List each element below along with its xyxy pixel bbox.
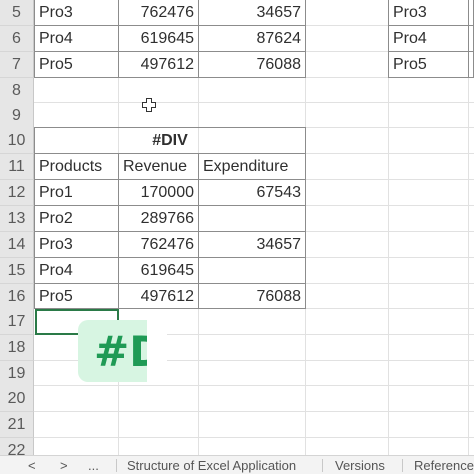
next-sheet-button[interactable]: > bbox=[60, 458, 68, 473]
cell-expenditure[interactable]: 34657 bbox=[199, 232, 305, 258]
cell-revenue[interactable]: 170000 bbox=[119, 180, 198, 206]
gridline bbox=[34, 102, 474, 103]
row-header[interactable]: 8 bbox=[0, 78, 34, 104]
prev-sheet-button[interactable]: < bbox=[28, 458, 36, 473]
tab-structure[interactable]: Structure of Excel Application bbox=[127, 458, 296, 473]
row-header[interactable]: 21 bbox=[0, 412, 34, 438]
cell-revenue[interactable]: 497612 bbox=[119, 284, 198, 310]
row-header[interactable]: 14 bbox=[0, 232, 34, 258]
row-header[interactable]: 11 bbox=[0, 154, 34, 180]
gridline bbox=[34, 411, 474, 412]
cell-product[interactable]: Pro3 bbox=[35, 232, 118, 258]
row-header[interactable]: 16 bbox=[0, 284, 34, 310]
table-title[interactable]: #DIV bbox=[35, 128, 305, 154]
tab-separator bbox=[402, 459, 403, 472]
cell-expenditure[interactable]: 76088 bbox=[199, 284, 305, 310]
cell-expenditure[interactable]: 87624 bbox=[199, 26, 305, 52]
cell-revenue[interactable]: 762476 bbox=[119, 232, 198, 258]
tab-versions[interactable]: Versions bbox=[335, 458, 385, 473]
gridline bbox=[305, 0, 306, 455]
cell-expenditure[interactable]: 76088 bbox=[199, 52, 305, 78]
sheet-tab-bar: < > ... Structure of Excel Application V… bbox=[0, 455, 474, 474]
spreadsheet-grid[interactable]: 5 6 7 8 9 10 11 12 13 14 15 16 17 18 19 … bbox=[0, 0, 474, 455]
cell-product[interactable]: Pro4 bbox=[35, 26, 118, 52]
header-products[interactable]: Products bbox=[35, 154, 118, 180]
badge-clip bbox=[147, 318, 167, 384]
cell-product[interactable]: Pro1 bbox=[35, 180, 118, 206]
row-header[interactable]: 20 bbox=[0, 386, 34, 412]
tab-reference[interactable]: Reference bbox=[414, 458, 474, 473]
row-header[interactable]: 12 bbox=[0, 180, 34, 206]
gridline bbox=[34, 385, 474, 386]
tab-separator bbox=[322, 459, 323, 472]
cell-expenditure[interactable] bbox=[199, 258, 305, 284]
row-header[interactable]: 5 bbox=[0, 0, 34, 26]
cell-product[interactable]: Pro5 bbox=[35, 284, 118, 310]
row-header[interactable]: 6 bbox=[0, 26, 34, 52]
cell-expenditure[interactable]: 67543 bbox=[199, 180, 305, 206]
row-header[interactable]: 13 bbox=[0, 206, 34, 232]
row-header[interactable]: 10 bbox=[0, 128, 34, 154]
cell-cursor-icon bbox=[142, 98, 156, 112]
gridline bbox=[34, 437, 474, 438]
row-header[interactable]: 9 bbox=[0, 103, 34, 129]
row-header[interactable]: 7 bbox=[0, 52, 34, 78]
cell-revenue[interactable]: 619645 bbox=[119, 258, 198, 284]
tab-separator bbox=[116, 459, 117, 472]
cell-product[interactable]: Pro5 bbox=[35, 52, 118, 78]
cell-expenditure[interactable] bbox=[199, 206, 305, 232]
cell-revenue[interactable]: 762476 bbox=[119, 0, 198, 26]
cell-product[interactable]: Pro3 bbox=[389, 0, 468, 26]
header-expenditure[interactable]: Expenditure bbox=[199, 154, 305, 180]
row-header[interactable]: 17 bbox=[0, 309, 34, 335]
cell-revenue[interactable]: 497612 bbox=[119, 52, 198, 78]
more-sheets-button[interactable]: ... bbox=[88, 458, 99, 473]
row-header[interactable]: 19 bbox=[0, 361, 34, 387]
cell-expenditure[interactable]: 34657 bbox=[199, 0, 305, 26]
row-header[interactable]: 15 bbox=[0, 258, 34, 284]
cell-product[interactable]: Pro2 bbox=[35, 206, 118, 232]
header-revenue[interactable]: Revenue bbox=[119, 154, 198, 180]
cell-revenue[interactable]: 619645 bbox=[119, 26, 198, 52]
cell-revenue[interactable]: 289766 bbox=[119, 206, 198, 232]
cell-product[interactable]: Pro4 bbox=[389, 26, 468, 52]
cell-product[interactable]: Pro4 bbox=[35, 258, 118, 284]
row-header[interactable]: 18 bbox=[0, 335, 34, 361]
row-header[interactable]: 22 bbox=[0, 438, 34, 455]
table-border bbox=[468, 0, 469, 77]
cell-product[interactable]: Pro5 bbox=[389, 52, 468, 78]
cell-product[interactable]: Pro3 bbox=[35, 0, 118, 26]
div-error-badge: #D bbox=[78, 320, 158, 382]
